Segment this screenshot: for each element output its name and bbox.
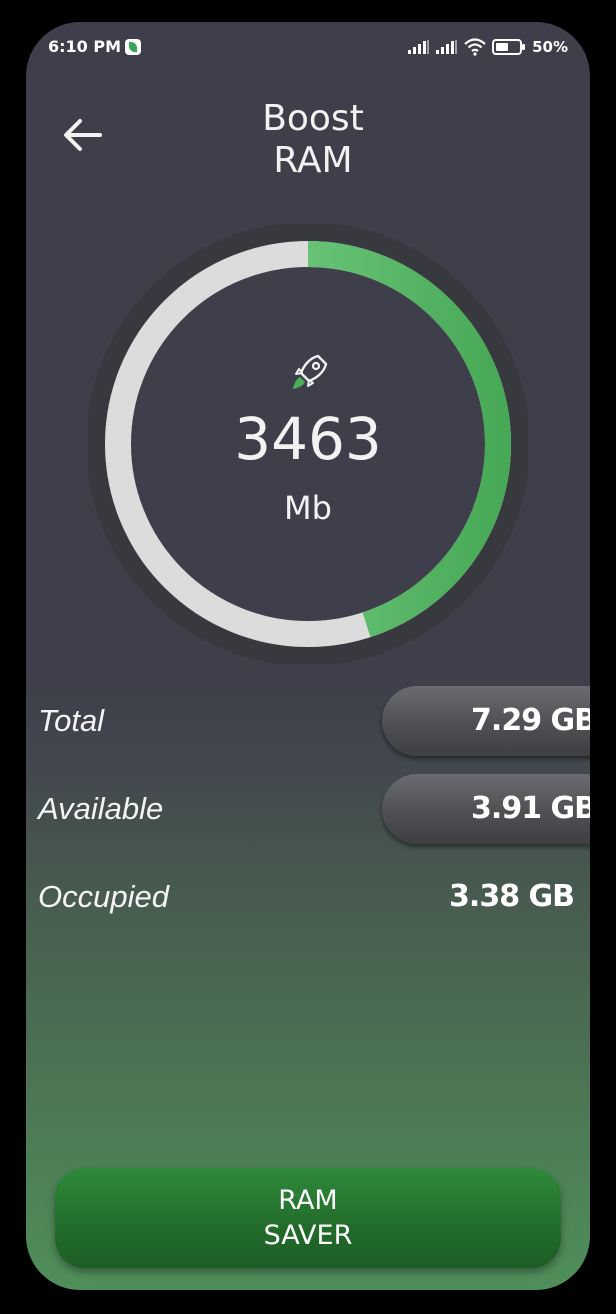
back-button[interactable] [56, 108, 110, 162]
stat-value: 7.29 GB [471, 703, 590, 738]
stat-label: Occupied [38, 879, 169, 914]
ram-value: 3463 [234, 405, 382, 473]
ram-saver-label-line2: SAVER [263, 1220, 353, 1251]
status-time: 6:10 PM [48, 37, 122, 56]
rocket-icon [293, 354, 328, 389]
stat-value: 3.91 GB [471, 791, 590, 826]
status-bar: 6:10 PM 50% [26, 22, 590, 72]
page-title-line1: Boost [262, 98, 364, 139]
arrow-left-icon [64, 119, 102, 151]
stat-label: Available [38, 791, 164, 826]
stat-pill: 3.91 GB [382, 774, 590, 844]
stat-value: 3.38 GB [449, 879, 575, 914]
ram-unit: Mb [284, 489, 332, 527]
battery-percent: 50% [532, 38, 568, 56]
header: Boost RAM [26, 98, 590, 198]
app-notification-icon [125, 39, 141, 55]
page-title-line2: RAM [273, 140, 353, 181]
stat-row-total: Total 7.29 GB [26, 686, 590, 756]
wifi-icon [464, 38, 486, 56]
ram-saver-button[interactable]: RAM SAVER [55, 1168, 561, 1268]
stat-label: Total [38, 703, 105, 738]
signal-icon [408, 40, 430, 54]
ram-saver-label: RAM SAVER [264, 1183, 353, 1253]
stat-row-available: Available 3.91 GB [26, 774, 590, 844]
ram-saver-label-line1: RAM [278, 1185, 338, 1216]
battery-icon [492, 39, 526, 55]
stat-row-occupied: Occupied 3.38 GB [26, 862, 590, 932]
status-icons: 50% [408, 36, 568, 58]
app-screen: 6:10 PM 50% Boost RAM 3463 Mb Total 7.29… [26, 22, 590, 1290]
page-title: Boost RAM [208, 98, 418, 182]
signal-icon [436, 40, 458, 54]
stat-pill: 7.29 GB [382, 686, 590, 756]
